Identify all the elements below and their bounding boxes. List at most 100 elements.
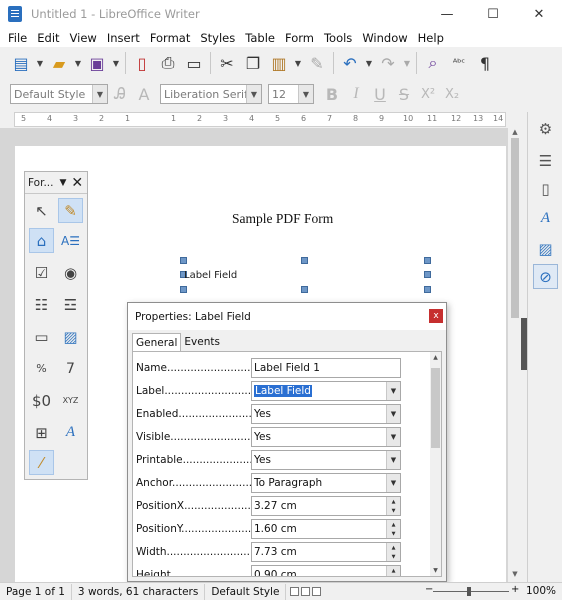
multi-page-view-icon[interactable] [301,587,311,596]
sidebar-gallery-icon[interactable]: ▨ [533,236,558,261]
paragraph-style-select[interactable]: Default Style ▼ [10,84,108,104]
width-stepper[interactable]: 7.73 cm ▲ ▼ [251,542,401,562]
zoom-slider[interactable]: − + [425,584,519,596]
chevron-down-icon[interactable]: ▼ [92,85,107,103]
single-page-view-icon[interactable] [290,587,300,596]
formatted-field-icon[interactable]: % [29,356,54,381]
currency-field-icon[interactable]: $0 [29,388,54,413]
update-style-icon[interactable]: Ꭿ [108,82,132,106]
label-field[interactable]: Label Field ▼ [251,381,401,401]
scroll-up-icon[interactable]: ▲ [508,128,522,138]
superscript-icon[interactable]: X² [416,82,440,106]
new-dropdown-icon[interactable]: ▼ [34,50,46,76]
option-button-icon[interactable]: ◉ [58,260,83,285]
document-title-text[interactable]: Sample PDF Form [232,211,333,227]
chevron-down-icon[interactable]: ▼ [59,178,66,188]
pattern-field-icon[interactable]: XYZ [58,388,83,413]
combo-box-icon[interactable]: ☲ [58,292,83,317]
positionx-stepper[interactable]: 3.27 cm ▲ ▼ [251,496,401,516]
menu-tools[interactable]: Tools [319,31,357,45]
new-document-icon[interactable]: ▤ [8,50,34,76]
font-name-select[interactable]: Liberation Serif ▼ [160,84,262,104]
scroll-up-icon[interactable]: ▲ [430,354,441,361]
formatting-marks-icon[interactable]: ¶ [472,50,498,76]
image-button-icon[interactable]: ▨ [58,324,83,349]
properties-scrollbar[interactable]: ▲ ▼ [430,352,441,576]
selection-handle[interactable] [424,257,431,264]
sidebar-properties-icon[interactable]: ☰ [533,148,558,173]
form-controls-header[interactable]: For... ▼ ✕ [25,172,87,194]
label-tag-icon[interactable]: ⌂ [29,228,54,253]
sidebar-page-icon[interactable]: ▯ [533,176,558,201]
menu-table[interactable]: Table [240,31,280,45]
strikethrough-icon[interactable]: S [392,82,416,106]
selection-handle[interactable] [424,286,431,293]
height-stepper[interactable]: 0.90 cm ▲▼ [251,565,401,576]
visible-select[interactable]: Yes ▼ [251,427,401,447]
chevron-down-icon[interactable]: ▼ [298,85,313,103]
push-button-icon[interactable]: ▭ [29,324,54,349]
save-dropdown-icon[interactable]: ▼ [110,50,122,76]
minimize-button[interactable]: — [424,0,470,28]
close-window-button[interactable]: ✕ [516,0,562,28]
enabled-select[interactable]: Yes ▼ [251,404,401,424]
chevron-down-icon[interactable]: ▼ [386,428,400,446]
fontwork-icon[interactable]: A [58,420,83,445]
font-size-select[interactable]: 12 ▼ [268,84,314,104]
horizontal-ruler[interactable]: 5 4 3 2 1 1 2 3 4 5 6 7 8 9 10 11 12 13 … [14,112,506,127]
wizard-icon[interactable]: ⁄ [29,450,54,475]
name-field[interactable]: Label Field 1 [251,358,401,378]
chevron-down-icon[interactable]: ▼ [386,382,400,400]
spin-arrows-icon[interactable]: ▲▼ [386,566,400,576]
underline-icon[interactable]: U [368,82,392,106]
paste-icon[interactable]: ▥ [266,50,292,76]
spelling-icon[interactable]: ᴬᵇᶜ [446,50,472,76]
open-dropdown-icon[interactable]: ▼ [72,50,84,76]
select-pointer-icon[interactable]: ↖ [29,198,54,223]
save-icon[interactable]: ▣ [84,50,110,76]
positiony-stepper[interactable]: 1.60 cm ▲ ▼ [251,519,401,539]
text-box-icon[interactable]: A☰ [58,228,83,253]
scroll-down-icon[interactable]: ▼ [430,567,441,574]
label-field-control[interactable]: Label Field [184,270,237,281]
anchor-select[interactable]: To Paragraph ▼ [251,473,401,493]
sidebar-navigator-icon[interactable]: ⊘ [533,264,558,289]
scrollbar-thumb[interactable] [511,138,519,318]
chevron-down-icon[interactable]: ▼ [386,474,400,492]
menu-styles[interactable]: Styles [195,31,240,45]
close-icon[interactable]: ✕ [71,175,83,191]
chevron-down-icon[interactable]: ▼ [386,451,400,469]
italic-icon[interactable]: I [344,82,368,106]
print-icon[interactable]: ⎙ [155,50,181,76]
zoom-knob[interactable] [467,587,471,596]
scrollbar-thumb[interactable] [431,368,440,448]
copy-icon[interactable]: ❐ [240,50,266,76]
page-count[interactable]: Page 1 of 1 [0,583,72,600]
zoom-in-icon[interactable]: + [511,584,519,595]
vertical-scrollbar[interactable]: ▲ ▼ [508,128,522,582]
design-mode-icon[interactable]: ✎ [58,198,83,223]
menu-file[interactable]: File [3,31,32,45]
selection-handle[interactable] [301,286,308,293]
menu-format[interactable]: Format [145,31,196,45]
undo-icon[interactable]: ↶ [337,50,363,76]
subscript-icon[interactable]: X₂ [440,82,464,106]
cut-icon[interactable]: ✂ [214,50,240,76]
tab-events[interactable]: Events [181,333,223,351]
paste-dropdown-icon[interactable]: ▼ [292,50,304,76]
table-control-icon[interactable]: ⊞ [29,420,54,445]
chevron-down-icon[interactable]: ▼ [386,405,400,423]
selection-handle[interactable] [180,257,187,264]
find-replace-icon[interactable]: ⌕ [420,50,446,76]
book-view-icon[interactable] [312,587,322,596]
menu-insert[interactable]: Insert [102,31,145,45]
selection-handle[interactable] [180,286,187,293]
date-field-icon[interactable]: 7 [58,356,83,381]
menu-view[interactable]: View [65,31,102,45]
menu-help[interactable]: Help [413,31,449,45]
check-box-icon[interactable]: ☑ [29,260,54,285]
chevron-down-icon[interactable]: ▼ [246,85,261,103]
spin-arrows-icon[interactable]: ▲▼ [386,497,400,515]
export-pdf-icon[interactable]: ▯ [129,50,155,76]
clone-formatting-icon[interactable]: ✎ [304,50,330,76]
